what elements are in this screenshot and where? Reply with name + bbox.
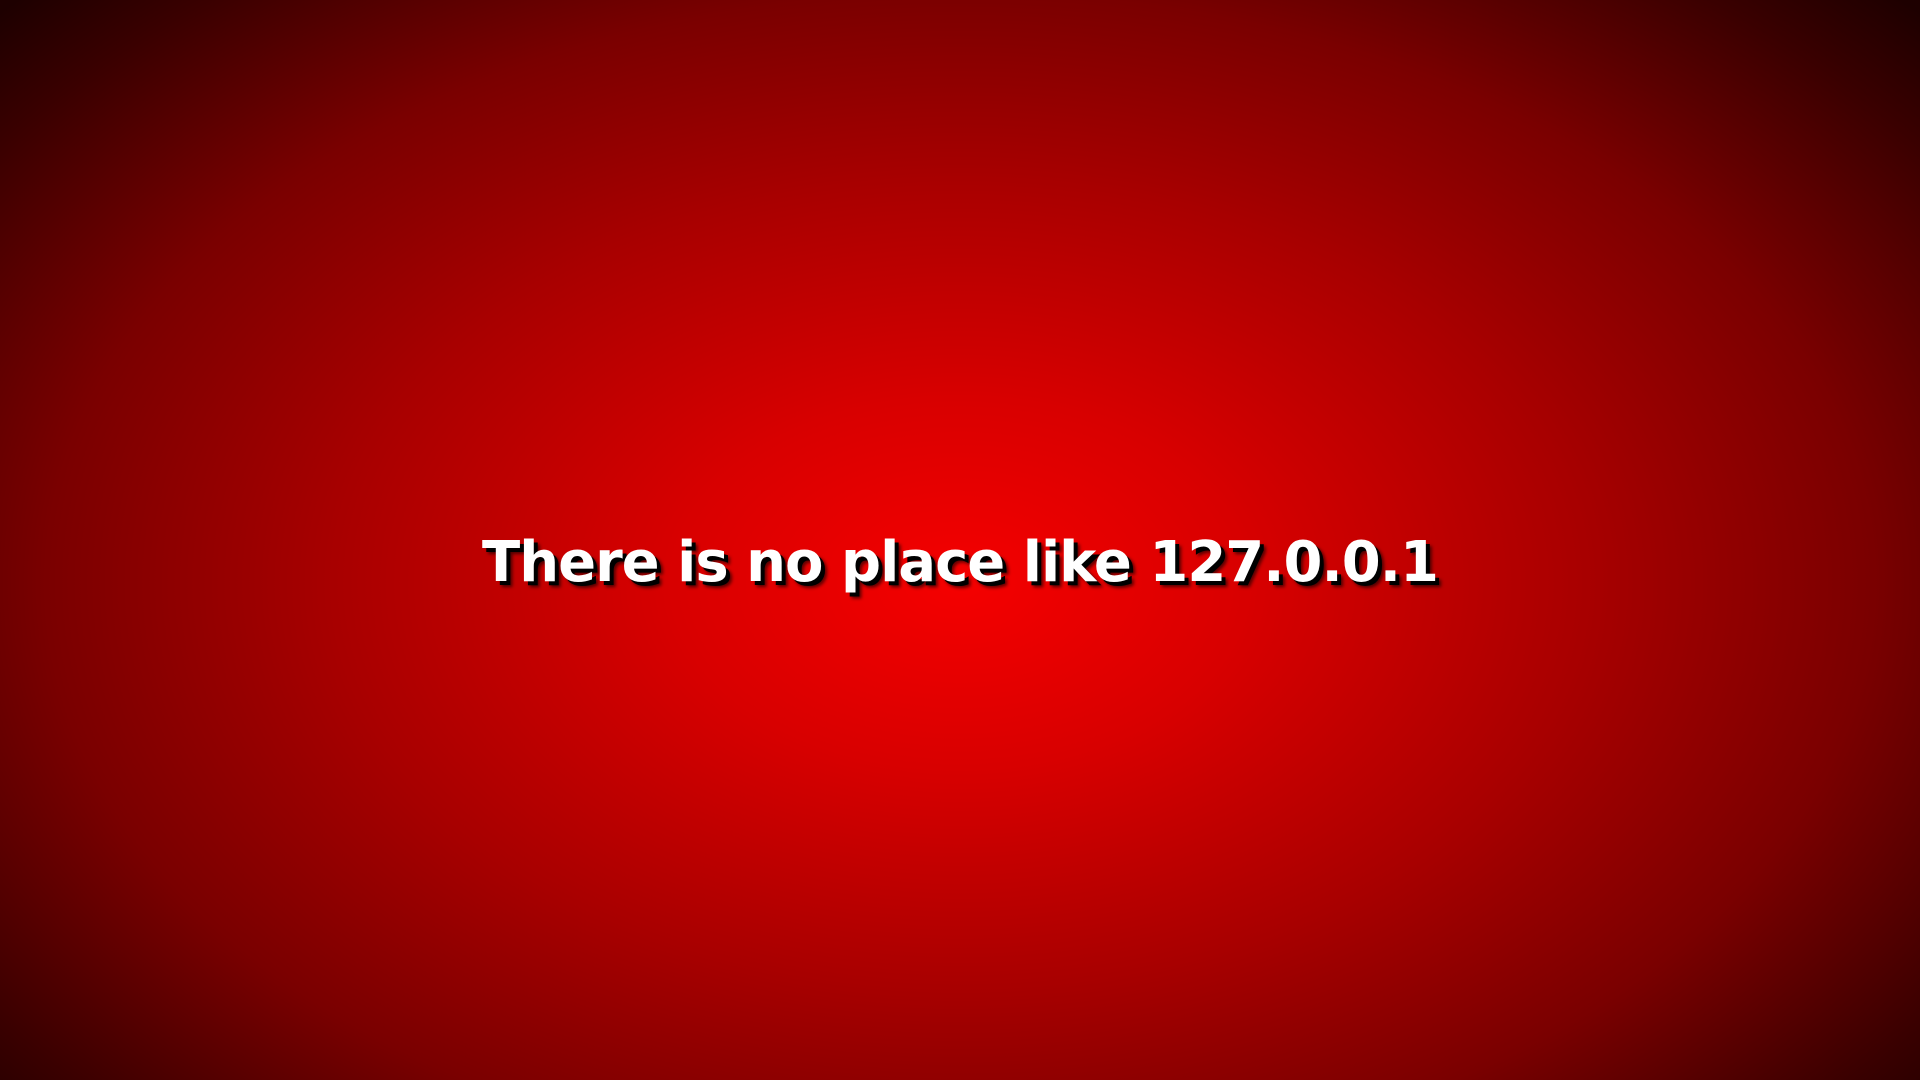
wallpaper-headline: There is no place like 127.0.0.1 — [482, 530, 1439, 595]
desktop-wallpaper: There is no place like 127.0.0.1 — [0, 0, 1920, 1080]
